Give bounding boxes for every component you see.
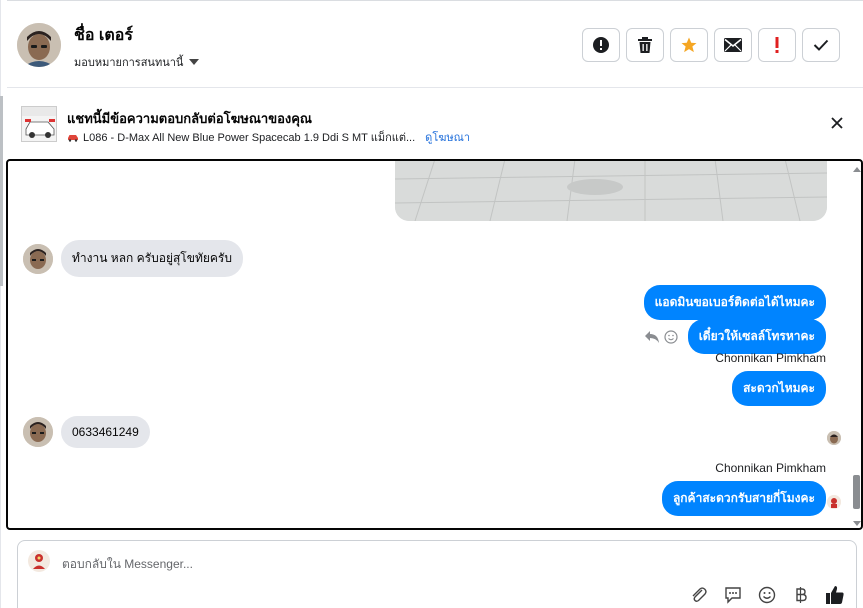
star-button[interactable] (670, 28, 708, 62)
reply-icon[interactable] (644, 330, 660, 344)
outgoing-message[interactable]: แอดมินขอเบอร์ติดต่อได้ไหมคะ (643, 285, 826, 320)
mark-unread-button[interactable] (714, 28, 752, 62)
baht-icon (796, 587, 807, 603)
seen-avatar (827, 431, 841, 445)
sender-name: Chonnikan Pimkham (715, 351, 826, 365)
delete-button[interactable] (626, 28, 664, 62)
mark-spam-button[interactable] (582, 28, 620, 62)
message-thread[interactable]: ทำงาน หลก ครับอยู่สุโขทัยครับ แอดมินขอเบ… (6, 159, 863, 530)
page-avatar (827, 495, 841, 509)
contact-avatar[interactable] (17, 23, 61, 67)
like-button[interactable] (824, 584, 846, 606)
view-ad-link[interactable]: ดูโฆษณา (425, 128, 470, 146)
contact-name[interactable]: ชื่อ เตอร์ (74, 23, 133, 48)
contact-avatar (23, 243, 53, 274)
message-row: เดี๋ยวให้เซลล์โทรหาคะ (644, 319, 826, 354)
scroll-thumb[interactable] (853, 475, 860, 509)
attach-button[interactable] (688, 584, 710, 606)
incoming-message[interactable]: 0633461249 (61, 416, 150, 448)
ad-product-line: L086 - D-Max All New Blue Power Spacecab… (67, 128, 470, 146)
close-icon (831, 117, 843, 129)
header-actions (582, 28, 840, 62)
ad-product-name: L086 - D-Max All New Blue Power Spacecab… (83, 132, 416, 144)
envelope-icon (724, 38, 742, 52)
scroll-up-arrow-icon[interactable] (853, 167, 861, 172)
ad-reply-banner: แชทนี้มีข้อความตอบกลับต่อโฆษณาของคุณ L08… (7, 89, 863, 159)
ad-thumbnail[interactable] (21, 106, 57, 142)
react-emoji-icon[interactable] (664, 329, 678, 344)
alert-circle-icon (593, 37, 609, 53)
outgoing-message[interactable]: สะดวกไหมคะ (732, 371, 826, 406)
message-row: ลูกค้าสะดวกรับสายกี่โมงคะ (661, 481, 826, 516)
image-message[interactable] (395, 161, 827, 221)
message-row: ทำงาน หลก ครับอยู่สุโขทัยครับ (23, 240, 243, 277)
mark-done-button[interactable] (802, 28, 840, 62)
star-icon (681, 37, 697, 53)
attachment-icon (692, 587, 707, 602)
message-row: 0633461249 (23, 416, 150, 448)
conversation-header: ชื่อ เตอร์ มอบหมายการสนทนานี้ (7, 0, 863, 88)
page-avatar (27, 549, 51, 573)
assign-conversation-dropdown[interactable]: มอบหมายการสนทนานี้ (74, 53, 200, 71)
saved-reply-icon (725, 587, 741, 604)
outgoing-message[interactable]: ลูกค้าสะดวกรับสายกี่โมงคะ (661, 481, 826, 516)
payment-button[interactable] (790, 584, 812, 606)
reply-composer (17, 540, 857, 608)
trash-icon (638, 37, 652, 53)
message-row: แอดมินขอเบอร์ติดต่อได้ไหมคะ (643, 285, 826, 320)
saved-reply-button[interactable] (722, 584, 744, 606)
contact-avatar (23, 417, 53, 447)
outgoing-message[interactable]: เดี๋ยวให้เซลล์โทรหาคะ (687, 319, 826, 354)
message-input[interactable] (62, 554, 662, 574)
sender-name: Chonnikan Pimkham (715, 461, 826, 475)
emoji-icon (758, 586, 776, 604)
close-banner-button[interactable] (829, 115, 845, 131)
composer-tools (688, 584, 846, 606)
incoming-message[interactable]: ทำงาน หลก ครับอยู่สุโขทัยครับ (61, 240, 243, 277)
ad-banner-title: แชทนี้มีข้อความตอบกลับต่อโฆษณาของคุณ (67, 111, 312, 126)
emoji-button[interactable] (756, 584, 778, 606)
check-icon (813, 39, 829, 51)
car-icon (68, 134, 78, 142)
exclamation-icon (775, 37, 779, 53)
scroll-down-arrow-icon[interactable] (853, 521, 861, 526)
sidebar-scroll-indicator (0, 96, 3, 286)
assign-label: มอบหมายการสนทนานี้ (74, 57, 184, 69)
follow-up-button[interactable] (758, 28, 796, 62)
thread-scrollbar[interactable] (852, 161, 861, 528)
message-hover-actions (644, 329, 678, 344)
message-row: สะดวกไหมคะ (732, 371, 826, 406)
like-icon (826, 586, 844, 604)
caret-down-icon (189, 59, 200, 65)
